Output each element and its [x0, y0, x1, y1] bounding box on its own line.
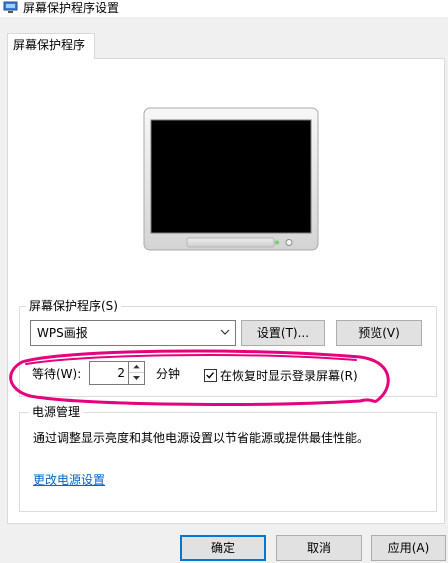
monitor-preview — [143, 107, 319, 251]
screensaver-select[interactable]: WPS画报 — [30, 320, 236, 346]
resume-login-checkbox[interactable] — [204, 369, 217, 382]
wait-label: 等待(W): — [32, 367, 82, 381]
spin-up-icon[interactable] — [129, 362, 144, 373]
settings-button[interactable]: 设置(T)... — [241, 320, 325, 346]
power-group-label: 电源管理 — [29, 405, 84, 419]
screensaver-select-value: WPS画报 — [37, 326, 88, 340]
cancel-button[interactable]: 取消 — [276, 535, 362, 561]
power-group — [19, 412, 437, 512]
screensaver-app-icon — [3, 1, 18, 13]
wait-minutes-stepper — [129, 361, 145, 385]
resume-login-label[interactable]: 在恢复时显示登录屏幕(R) — [220, 369, 358, 383]
apply-button[interactable]: 应用(A) — [371, 535, 446, 561]
screensaver-group-label: 屏幕保护程序(S) — [26, 299, 121, 313]
ok-button[interactable]: 确定 — [180, 535, 266, 561]
wait-unit-label: 分钟 — [156, 367, 181, 381]
spin-down-icon[interactable] — [129, 373, 144, 384]
window-title: 屏幕保护程序设置 — [23, 1, 120, 15]
wait-minutes-input[interactable]: 2 — [89, 361, 129, 385]
chevron-down-icon — [220, 329, 230, 335]
title-bar: 屏幕保护程序设置 — [0, 0, 448, 17]
preview-button[interactable]: 预览(V) — [336, 320, 422, 346]
power-description: 通过调整显示亮度和其他电源设置以节省能源或提供最佳性能。 — [33, 431, 370, 445]
check-icon — [206, 372, 214, 379]
change-power-settings-link[interactable]: 更改电源设置 — [33, 473, 105, 487]
tab-screensaver[interactable]: 屏幕保护程序 — [7, 33, 95, 59]
